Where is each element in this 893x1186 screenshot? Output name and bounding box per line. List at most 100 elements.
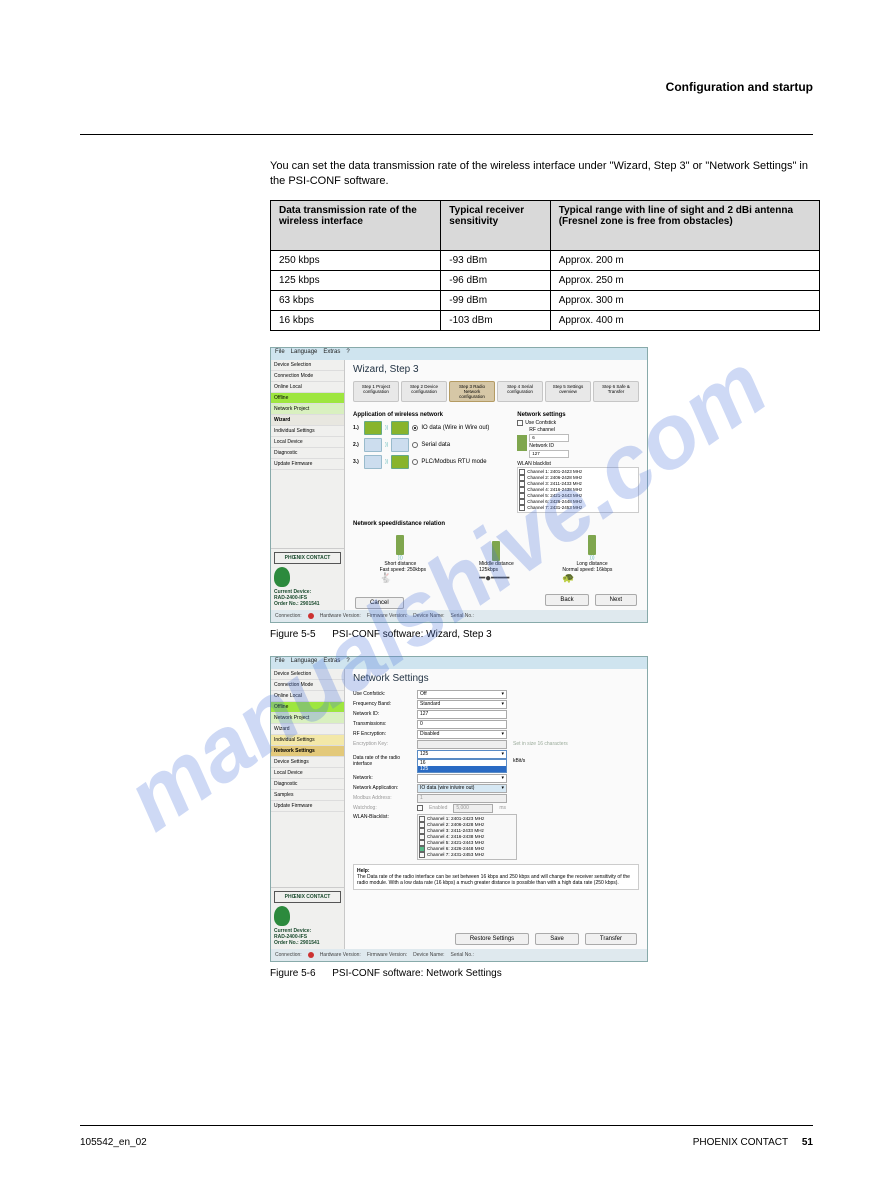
transfer-button[interactable]: Transfer — [585, 933, 637, 945]
watchdog-unit: ms — [499, 805, 506, 811]
table-row: 250 kbps-93 dBmApprox. 200 m — [271, 250, 820, 270]
wlan-list[interactable]: Channel 1: 2401-2423 MHzChannel 2: 2406-… — [517, 467, 639, 513]
encryption-select[interactable]: Disabled▾ — [417, 730, 507, 739]
menubar[interactable]: File Language Extras ? — [271, 348, 647, 360]
status-item: Connection: — [275, 613, 302, 619]
chevron-down-icon: ▾ — [501, 785, 504, 791]
wlan-list[interactable]: Channel 1: 2401-2423 MHzChannel 2: 2406-… — [417, 814, 517, 860]
footer-doc: 105542_en_02 — [80, 1137, 147, 1148]
sidebar-item[interactable]: Connection Mode — [271, 680, 344, 691]
sidebar-item-network[interactable]: Network Project — [271, 713, 344, 724]
table-row: 125 kbps-96 dBmApprox. 250 m — [271, 270, 820, 290]
netapp-select[interactable]: IO data (wire in/wire out)▾ — [417, 784, 507, 793]
th-rate: Data transmission rate of the wireless i… — [271, 200, 441, 250]
fig-text: PSI-CONF software: Wizard, Step 3 — [332, 629, 492, 640]
enckey-input — [417, 740, 507, 749]
chevron-down-icon: ▾ — [501, 731, 504, 737]
device-icon — [391, 438, 409, 452]
radio[interactable] — [412, 459, 418, 465]
sidebar-item[interactable]: Local Device — [271, 768, 344, 779]
step-4[interactable]: Step 4 Serial configuration — [497, 381, 543, 402]
panel-wizard: Wizard, Step 3 Step 1 Project configurat… — [345, 360, 647, 610]
brand-block: PHŒNIX CONTACT Current Device: RAD-2400-… — [271, 548, 344, 610]
sidebar-item[interactable]: Samples — [271, 790, 344, 801]
panel-title: Network Settings — [353, 673, 639, 684]
step-3[interactable]: Step 3 Radio Network configuration — [449, 381, 495, 402]
sidebar-item[interactable]: Individual Settings — [271, 426, 344, 437]
sidebar-item[interactable]: Device Settings — [271, 757, 344, 768]
sidebar-item-offline[interactable]: Offline — [271, 702, 344, 713]
menu-lang[interactable]: Language — [291, 349, 318, 359]
next-button[interactable]: Next — [595, 594, 637, 606]
step-1[interactable]: Step 1 Project configuration — [353, 381, 399, 402]
wlan-channel-label: Channel 2: 2406-2428 MHz — [427, 822, 484, 827]
trans-input[interactable]: 0 — [417, 720, 507, 729]
sidebar-item[interactable]: Update Firmware — [271, 801, 344, 812]
order-no: Order No.: 2901541 — [274, 940, 341, 946]
menu-lang[interactable]: Language — [291, 658, 318, 668]
sidebar-item-offline[interactable]: Offline — [271, 393, 344, 404]
sidebar-item-wizard[interactable]: Wizard — [271, 415, 344, 426]
back-button[interactable]: Back — [545, 594, 588, 606]
datarate-option-selected[interactable]: 125 — [418, 766, 506, 772]
opt-label: Serial data — [421, 442, 450, 448]
step-2[interactable]: Step 2 Device configuration — [401, 381, 447, 402]
datarate-dropdown-list[interactable]: 16 125 — [417, 759, 507, 773]
datarate-select[interactable]: 125▾ — [417, 750, 507, 759]
app-option-row[interactable]: 3.) )) PLC/Modbus RTU mode — [353, 455, 511, 469]
app-option-row[interactable]: 1.) )) IO data (Wire in Wire out) — [353, 421, 511, 435]
sidebar-item-netsettings[interactable]: Network Settings — [271, 746, 344, 757]
freqband-select[interactable]: Standard▾ — [417, 700, 507, 709]
slider-icon[interactable]: ━●━━━ — [479, 573, 509, 584]
restore-button[interactable]: Restore Settings — [455, 933, 529, 945]
section-speed: Network speed/distance relation — [353, 521, 639, 527]
sidebar-item[interactable]: Online Local — [271, 382, 344, 393]
radio[interactable] — [412, 442, 418, 448]
sidebar-item-individual[interactable]: Individual Settings — [271, 735, 344, 746]
sidebar: Device Selection Connection Mode Online … — [271, 360, 345, 610]
network-select[interactable]: ▾ — [417, 774, 507, 783]
app-option-row[interactable]: 2.) )) Serial data — [353, 438, 511, 452]
netid-input[interactable]: 127 — [417, 710, 507, 719]
led-icon — [308, 952, 314, 958]
table-cell: -96 dBm — [441, 270, 550, 290]
sidebar-item[interactable]: Online Local — [271, 691, 344, 702]
confstick-select[interactable]: Off▾ — [417, 690, 507, 699]
sidebar-item[interactable]: Diagnostic — [271, 448, 344, 459]
menu-help[interactable]: ? — [346, 349, 349, 359]
sidebar-item[interactable]: Device Selection — [271, 360, 344, 371]
checkbox[interactable] — [519, 505, 525, 511]
wlan-channel-row[interactable]: Channel 7: 2431-2453 MHz — [519, 505, 637, 511]
checkbox[interactable] — [517, 420, 523, 426]
sidebar-item[interactable]: Device Selection — [271, 669, 344, 680]
cancel-button[interactable]: Cancel — [355, 597, 404, 609]
wlan-channel-label: Channel 6: 2426-2448 MHz — [527, 499, 582, 504]
status-item: Hardware Version: — [320, 952, 361, 958]
sidebar-item-network[interactable]: Network Project — [271, 404, 344, 415]
rule-bottom — [80, 1125, 813, 1126]
sidebar-item[interactable]: Connection Mode — [271, 371, 344, 382]
step-5[interactable]: Step 5 Settings overview — [545, 381, 591, 402]
rf-channel-field[interactable]: 6 — [529, 434, 569, 442]
panel-title: Wizard, Step 3 — [353, 364, 639, 375]
wlan-channel-row[interactable]: Channel 7: 2431-2453 MHz — [419, 852, 515, 858]
sidebar-item[interactable]: Update Firmware — [271, 459, 344, 470]
menubar[interactable]: File Language Extras ? — [271, 657, 647, 669]
save-button[interactable]: Save — [535, 933, 579, 945]
radio-selected[interactable] — [412, 425, 418, 431]
sidebar-item[interactable]: Diagnostic — [271, 779, 344, 790]
chevron-down-icon: ▾ — [501, 701, 504, 707]
menu-extras[interactable]: Extras — [323, 349, 340, 359]
step-6[interactable]: Step 6 Safe & Transfer — [593, 381, 639, 402]
wlan-channel-label: Channel 4: 2416-2438 MHz — [527, 487, 582, 492]
menu-file[interactable]: File — [275, 658, 285, 668]
menu-file[interactable]: File — [275, 349, 285, 359]
opt-label: PLC/Modbus RTU mode — [421, 459, 486, 465]
checkbox[interactable] — [419, 852, 425, 858]
sidebar-item[interactable]: Wizard — [271, 724, 344, 735]
menu-help[interactable]: ? — [346, 658, 349, 668]
wave-icon: )) — [385, 425, 388, 431]
netid-field[interactable]: 127 — [529, 450, 569, 458]
sidebar-item[interactable]: Local Device — [271, 437, 344, 448]
menu-extras[interactable]: Extras — [323, 658, 340, 668]
